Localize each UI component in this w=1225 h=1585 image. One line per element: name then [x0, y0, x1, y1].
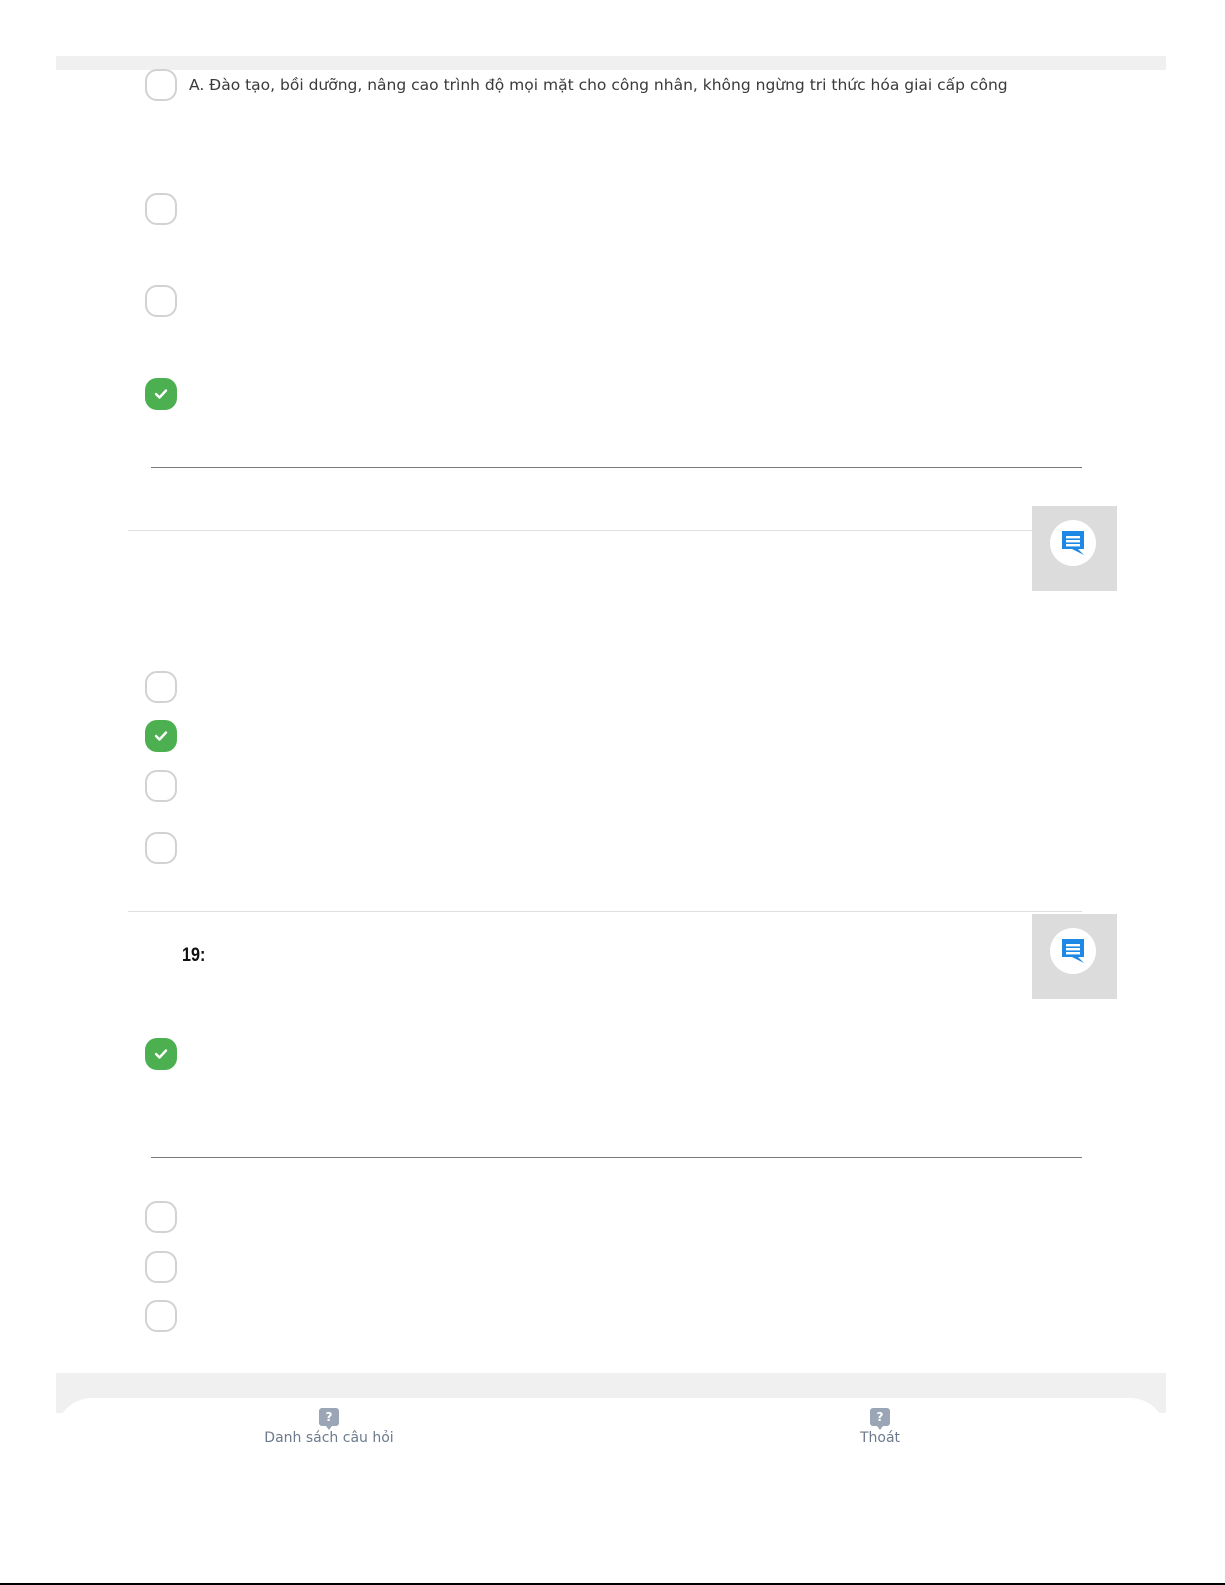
answer-radio-b[interactable] [145, 193, 177, 225]
answer-radio-c[interactable] [145, 770, 177, 802]
question-divider [128, 911, 1082, 912]
answer-radio-d[interactable] [145, 832, 177, 864]
question-number: 19: [182, 945, 206, 966]
comment-icon-circle [1050, 520, 1096, 566]
answer-radio-a-checked[interactable] [145, 1038, 177, 1070]
comment-icon [1062, 531, 1084, 555]
exit-help-icon: ? [870, 1408, 890, 1430]
answer-radio-b-checked[interactable] [145, 720, 177, 752]
checkmark-icon [154, 1049, 168, 1059]
answer-text-a: A. Đào tạo, bồi dưỡng, nâng cao trình độ… [189, 76, 1008, 94]
answer-divider [151, 467, 1082, 468]
answer-radio-b[interactable] [145, 1201, 177, 1233]
exit-label: Thoát [859, 1430, 901, 1446]
question-list-button[interactable]: ? Danh sách câu hỏi [249, 1408, 409, 1446]
answer-radio-a[interactable] [145, 69, 177, 101]
bottom-nav-bar [56, 1398, 1166, 1585]
question-divider [128, 530, 1082, 531]
exit-button[interactable]: ? Thoát [840, 1408, 920, 1446]
answer-radio-c[interactable] [145, 285, 177, 317]
comment-button[interactable] [1032, 506, 1117, 591]
question-list-label: Danh sách câu hỏi [264, 1430, 394, 1446]
answer-radio-d[interactable] [145, 1300, 177, 1332]
top-strip [56, 56, 1166, 70]
question-help-icon: ? [319, 1408, 339, 1430]
answer-radio-c[interactable] [145, 1251, 177, 1283]
comment-button[interactable] [1032, 914, 1117, 999]
answer-divider [151, 1157, 1082, 1158]
checkmark-icon [154, 389, 168, 399]
answer-radio-d-checked[interactable] [145, 378, 177, 410]
answer-radio-a[interactable] [145, 671, 177, 703]
comment-icon-circle [1050, 928, 1096, 974]
checkmark-icon [154, 731, 168, 741]
comment-icon [1062, 939, 1084, 963]
